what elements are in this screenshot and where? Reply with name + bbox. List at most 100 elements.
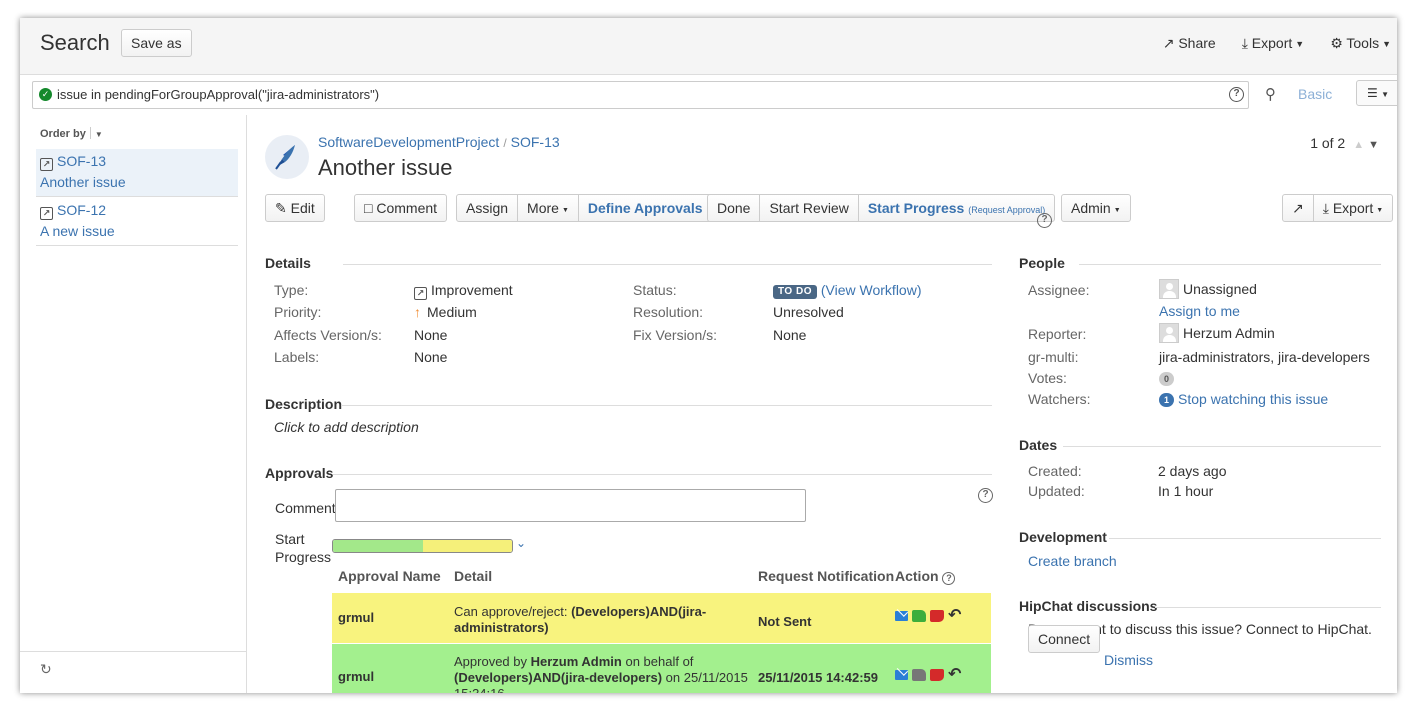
jql-search-input[interactable]: ✓ issue in pendingForGroupApproval("jira… bbox=[32, 81, 1249, 109]
start-review-button[interactable]: Start Review bbox=[759, 195, 857, 221]
priority-value: ↑ Medium bbox=[414, 304, 477, 320]
search-icon[interactable]: ⚲ bbox=[1265, 85, 1276, 103]
reporter-value: Herzum Admin bbox=[1159, 323, 1275, 343]
resolution-label: Resolution: bbox=[633, 304, 704, 320]
list-item[interactable]: ↗ SOF-12 A new issue bbox=[36, 198, 238, 246]
approve-icon[interactable] bbox=[912, 669, 926, 681]
workflow-button-group-2: Done Start Review Start Progress (Reques… bbox=[707, 194, 1056, 222]
row-actions: ↶ bbox=[895, 608, 961, 624]
view-workflow-link[interactable]: (View Workflow) bbox=[821, 282, 922, 298]
done-button[interactable]: Done bbox=[708, 195, 759, 221]
issue-detail-panel: SoftwareDevelopmentProject / SOF-13 Anothe… bbox=[248, 115, 1397, 693]
created-label: Created: bbox=[1028, 463, 1082, 479]
download-icon: ⤓ bbox=[1241, 35, 1248, 51]
next-issue-icon[interactable]: ▼ bbox=[1368, 139, 1379, 151]
column-header: Action ? bbox=[895, 568, 956, 585]
improvement-icon: ↗ bbox=[414, 287, 427, 300]
project-link[interactable]: SoftwareDevelopmentProject bbox=[318, 134, 499, 150]
reject-icon[interactable] bbox=[930, 610, 944, 622]
comment-button[interactable]: □ Comment bbox=[354, 194, 448, 222]
save-as-button[interactable]: Save as bbox=[121, 29, 192, 57]
basic-mode-link[interactable]: Basic bbox=[1298, 86, 1332, 102]
approval-name: grmul bbox=[338, 610, 375, 625]
development-heading: Development bbox=[1019, 529, 1381, 545]
order-by-control[interactable]: Order by ▼ bbox=[40, 127, 103, 140]
edit-button[interactable]: ✎ Edit bbox=[265, 194, 325, 222]
issue-pager: 1 of 2 ▲ ▼ bbox=[1310, 135, 1379, 151]
pencil-icon: ✎ bbox=[275, 200, 287, 216]
share-export-group: ↗ ⤓ Export ▼ bbox=[1282, 194, 1394, 222]
chevron-down-icon[interactable]: ⌄ bbox=[516, 536, 526, 550]
approval-name: grmul bbox=[338, 669, 375, 684]
dismiss-link[interactable]: Dismiss bbox=[1104, 652, 1153, 668]
workflow-button-group-1: Assign More ▼ Define Approvals bbox=[456, 194, 713, 222]
fix-version-label: Fix Version/s: bbox=[633, 327, 718, 343]
reject-icon[interactable] bbox=[930, 669, 944, 681]
approval-progress-bar bbox=[332, 539, 513, 553]
votes-value[interactable]: 0 bbox=[1159, 370, 1178, 386]
undo-icon[interactable]: ↶ bbox=[948, 608, 961, 624]
share-button[interactable]: ↗ Share bbox=[1163, 35, 1216, 52]
request-notification: 25/11/2015 14:42:59 bbox=[758, 670, 878, 685]
mail-icon[interactable] bbox=[895, 670, 908, 680]
valid-query-icon: ✓ bbox=[39, 88, 52, 101]
help-icon[interactable]: ? bbox=[1229, 87, 1244, 102]
mail-icon[interactable] bbox=[895, 611, 908, 621]
previous-issue-icon[interactable]: ▲ bbox=[1353, 139, 1364, 151]
connect-button[interactable]: Connect bbox=[1028, 625, 1101, 653]
rocket-icon bbox=[275, 145, 295, 170]
watchers-count-badge[interactable]: 1 bbox=[1159, 393, 1174, 407]
approve-icon[interactable] bbox=[912, 610, 926, 622]
watchers-label: Watchers: bbox=[1028, 391, 1091, 407]
gear-icon: ⚙ bbox=[1330, 35, 1343, 51]
issue-list-panel: Order by ▼ ↗ SOF-13 Another issue ↗ SOF-12 … bbox=[20, 115, 247, 693]
request-notification: Not Sent bbox=[758, 614, 812, 629]
affects-version-label: Affects Version/s: bbox=[274, 327, 382, 343]
issue-summary: A new issue bbox=[40, 223, 115, 239]
help-icon[interactable]: ? bbox=[942, 572, 956, 585]
export-menu[interactable]: ⤓ Export ▼ bbox=[1312, 195, 1393, 221]
assign-button[interactable]: Assign bbox=[457, 195, 517, 221]
page-title: Search bbox=[40, 30, 110, 55]
table-row: grmul Can approve/reject: (Developers)AN… bbox=[332, 593, 991, 643]
create-branch-link[interactable]: Create branch bbox=[1028, 553, 1117, 569]
help-icon[interactable]: ? bbox=[978, 488, 993, 503]
column-header: Approval Name bbox=[338, 568, 441, 584]
approval-comment-input[interactable] bbox=[335, 489, 806, 522]
more-menu[interactable]: More ▼ bbox=[517, 195, 578, 221]
share-icon: ↗ bbox=[1162, 35, 1175, 51]
admin-menu[interactable]: Admin ▼ bbox=[1061, 194, 1131, 222]
description-field[interactable]: Click to add description bbox=[274, 419, 419, 435]
help-icon[interactable]: ? bbox=[1037, 213, 1052, 228]
progress-remaining bbox=[422, 540, 512, 552]
affects-version-value: None bbox=[414, 327, 448, 343]
share-icon[interactable]: ↗ bbox=[1283, 195, 1313, 221]
assign-to-me-link[interactable]: Assign to me bbox=[1159, 303, 1240, 319]
issue-title[interactable]: Another issue bbox=[318, 155, 453, 181]
priority-medium-icon: ↑ bbox=[414, 304, 421, 320]
layout-switcher-button[interactable]: ☰ ▼ bbox=[1356, 80, 1397, 106]
list-item[interactable]: ↗ SOF-13 Another issue bbox=[36, 149, 238, 197]
fix-version-value: None bbox=[773, 327, 807, 343]
progress-label: Start bbox=[275, 531, 305, 547]
undo-icon[interactable]: ↶ bbox=[948, 667, 961, 683]
layout-icon: ☰ bbox=[1366, 86, 1378, 100]
updated-value: In 1 hour bbox=[1158, 483, 1214, 499]
download-icon: ⤓ bbox=[1322, 200, 1329, 216]
approvals-heading: Approvals bbox=[265, 465, 992, 481]
issue-key-link[interactable]: SOF-13 bbox=[511, 134, 560, 150]
updated-label: Updated: bbox=[1028, 483, 1085, 499]
watchers-value: 1 Stop watching this issue bbox=[1159, 391, 1328, 407]
status-badge: TO DO bbox=[773, 285, 817, 299]
created-value: 2 days ago bbox=[1158, 463, 1227, 479]
tools-menu[interactable]: ⚙ Tools ▼ bbox=[1330, 35, 1391, 52]
stop-watching-link[interactable]: Stop watching this issue bbox=[1178, 391, 1328, 407]
start-progress-button[interactable]: Start Progress (Request Approval) bbox=[857, 195, 1054, 221]
search-header: Search Save as ↗ Share ⤓ Export ▼ ⚙ Tools… bbox=[20, 18, 1397, 75]
refresh-icon[interactable]: ↻ bbox=[40, 661, 52, 678]
chevron-down-icon: ▼ bbox=[1295, 39, 1305, 49]
define-approvals-button[interactable]: Define Approvals bbox=[577, 195, 712, 221]
export-menu[interactable]: ⤓ Export ▼ bbox=[1242, 35, 1304, 52]
issue-key: SOF-13 bbox=[57, 153, 107, 169]
labels-label: Labels: bbox=[274, 349, 320, 365]
